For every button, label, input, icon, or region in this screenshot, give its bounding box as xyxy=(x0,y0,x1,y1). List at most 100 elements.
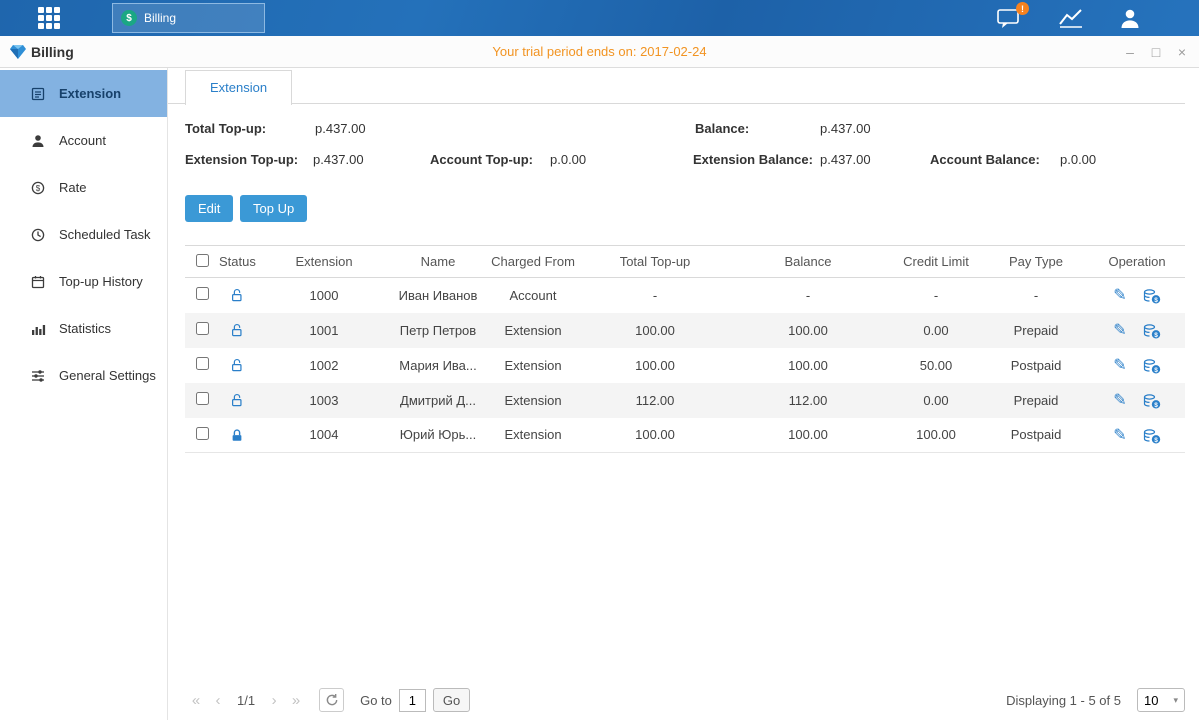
calendar-icon xyxy=(30,274,46,290)
topup-row-icon[interactable]: $ xyxy=(1143,429,1161,444)
edit-row-icon[interactable]: ✎ xyxy=(1113,427,1126,444)
extensions-table: Status Extension Name Charged From Total… xyxy=(185,245,1185,453)
edit-row-icon[interactable]: ✎ xyxy=(1113,322,1126,339)
svg-text:$: $ xyxy=(1154,402,1158,409)
clock-icon xyxy=(30,227,46,243)
notification-badge: ! xyxy=(1016,2,1029,15)
sliders-icon xyxy=(30,368,46,384)
status-lock-icon[interactable] xyxy=(230,392,244,407)
next-page-icon[interactable]: › xyxy=(263,692,285,709)
status-lock-icon[interactable] xyxy=(230,357,244,372)
svg-text:$: $ xyxy=(1154,332,1158,339)
select-all-checkbox[interactable] xyxy=(196,254,209,267)
sidebar-item-rate[interactable]: $ Rate xyxy=(0,164,167,211)
tab-extension[interactable]: Extension xyxy=(185,70,292,105)
sidebar-item-topup-history[interactable]: Top-up History xyxy=(0,258,167,305)
header-name: Name xyxy=(393,246,483,278)
topup-row-icon[interactable]: $ xyxy=(1143,394,1161,409)
cell-pay-type: Postpaid xyxy=(983,418,1089,453)
row-checkbox[interactable] xyxy=(196,392,209,405)
table-row: 1004 Юрий Юрь... Extension 100.00 100.00… xyxy=(185,418,1185,453)
topbar-tab-billing[interactable]: $ Billing xyxy=(112,3,265,33)
cell-credit-limit: - xyxy=(889,278,983,313)
cell-balance: 112.00 xyxy=(727,383,889,418)
first-page-icon[interactable]: « xyxy=(185,692,207,709)
cell-charged-from: Extension xyxy=(483,313,583,348)
account-balance-label: Account Balance: xyxy=(930,152,1040,167)
sidebar-item-statistics[interactable]: Statistics xyxy=(0,305,167,352)
extension-balance-value: p.437.00 xyxy=(820,152,871,167)
topup-row-icon[interactable]: $ xyxy=(1143,359,1161,374)
page-size-value: 10 xyxy=(1144,693,1158,708)
header-balance: Balance xyxy=(727,246,889,278)
goto-page-input[interactable] xyxy=(399,689,426,712)
edit-row-icon[interactable]: ✎ xyxy=(1113,287,1126,304)
titlebar: Billing Your trial period ends on: 2017-… xyxy=(0,36,1199,68)
cell-extension: 1001 xyxy=(255,313,393,348)
row-checkbox[interactable] xyxy=(196,357,209,370)
table-header-row: Status Extension Name Charged From Total… xyxy=(185,246,1185,278)
go-button[interactable]: Go xyxy=(433,688,470,712)
status-lock-icon[interactable] xyxy=(230,322,244,337)
edit-row-icon[interactable]: ✎ xyxy=(1113,357,1126,374)
cell-balance: 100.00 xyxy=(727,313,889,348)
account-topup-value: p.0.00 xyxy=(550,152,586,167)
cell-total-topup: 100.00 xyxy=(583,348,727,383)
edit-row-icon[interactable]: ✎ xyxy=(1113,392,1126,409)
cell-credit-limit: 0.00 xyxy=(889,383,983,418)
cell-balance: 100.00 xyxy=(727,418,889,453)
total-topup-value: p.437.00 xyxy=(315,121,366,136)
cell-credit-limit: 100.00 xyxy=(889,418,983,453)
user-icon[interactable] xyxy=(1117,6,1147,30)
person-icon xyxy=(30,133,46,149)
close-icon[interactable]: × xyxy=(1175,45,1189,59)
total-topup-label: Total Top-up: xyxy=(185,121,266,136)
status-lock-icon[interactable] xyxy=(230,287,244,302)
table-row: 1002 Мария Ива... Extension 100.00 100.0… xyxy=(185,348,1185,383)
last-page-icon[interactable]: » xyxy=(285,692,307,709)
tab-strip: Extension xyxy=(168,68,1185,104)
header-credit-limit: Credit Limit xyxy=(889,246,983,278)
billing-gem-icon xyxy=(10,45,26,62)
topup-row-icon[interactable]: $ xyxy=(1143,324,1161,339)
cell-total-topup: - xyxy=(583,278,727,313)
header-charged-from: Charged From xyxy=(483,246,583,278)
goto-label: Go to xyxy=(360,693,392,708)
cell-charged-from: Extension xyxy=(483,418,583,453)
cell-name: Иван Иванов xyxy=(393,278,483,313)
maximize-icon[interactable]: □ xyxy=(1149,45,1163,59)
row-checkbox[interactable] xyxy=(196,287,209,300)
row-checkbox[interactable] xyxy=(196,427,209,440)
edit-button[interactable]: Edit xyxy=(185,195,233,222)
cell-charged-from: Extension xyxy=(483,348,583,383)
apps-grid-icon[interactable] xyxy=(38,7,66,29)
page-size-select[interactable]: 10 ▾ xyxy=(1137,688,1185,712)
chart-icon[interactable] xyxy=(1057,6,1087,30)
refresh-icon xyxy=(325,693,339,707)
refresh-button[interactable] xyxy=(319,688,344,712)
cell-extension: 1000 xyxy=(255,278,393,313)
header-total-topup: Total Top-up xyxy=(583,246,727,278)
svg-text:$: $ xyxy=(1154,297,1158,304)
sidebar-item-extension[interactable]: Extension xyxy=(0,70,167,117)
minimize-icon[interactable]: – xyxy=(1123,45,1137,59)
prev-page-icon[interactable]: ‹ xyxy=(207,692,229,709)
extension-ledger-icon xyxy=(30,86,46,102)
top-up-button[interactable]: Top Up xyxy=(240,195,307,222)
window-title: Billing xyxy=(31,36,74,68)
sidebar-item-general-settings[interactable]: General Settings xyxy=(0,352,167,399)
cell-name: Дмитрий Д... xyxy=(393,383,483,418)
chat-icon[interactable]: ! xyxy=(995,6,1025,30)
sidebar-item-scheduled-task[interactable]: Scheduled Task xyxy=(0,211,167,258)
table-row: 1000 Иван Иванов Account - - - - ✎$ xyxy=(185,278,1185,313)
sidebar-item-account[interactable]: Account xyxy=(0,117,167,164)
topup-row-icon[interactable]: $ xyxy=(1143,289,1161,304)
sidebar: Extension Account $ Rate Scheduled Task xyxy=(0,68,168,720)
status-lock-icon[interactable] xyxy=(230,427,244,442)
cell-total-topup: 112.00 xyxy=(583,383,727,418)
header-pay-type: Pay Type xyxy=(983,246,1089,278)
displaying-count: Displaying 1 - 5 of 5 xyxy=(1006,693,1121,708)
header-extension: Extension xyxy=(255,246,393,278)
cell-extension: 1004 xyxy=(255,418,393,453)
row-checkbox[interactable] xyxy=(196,322,209,335)
